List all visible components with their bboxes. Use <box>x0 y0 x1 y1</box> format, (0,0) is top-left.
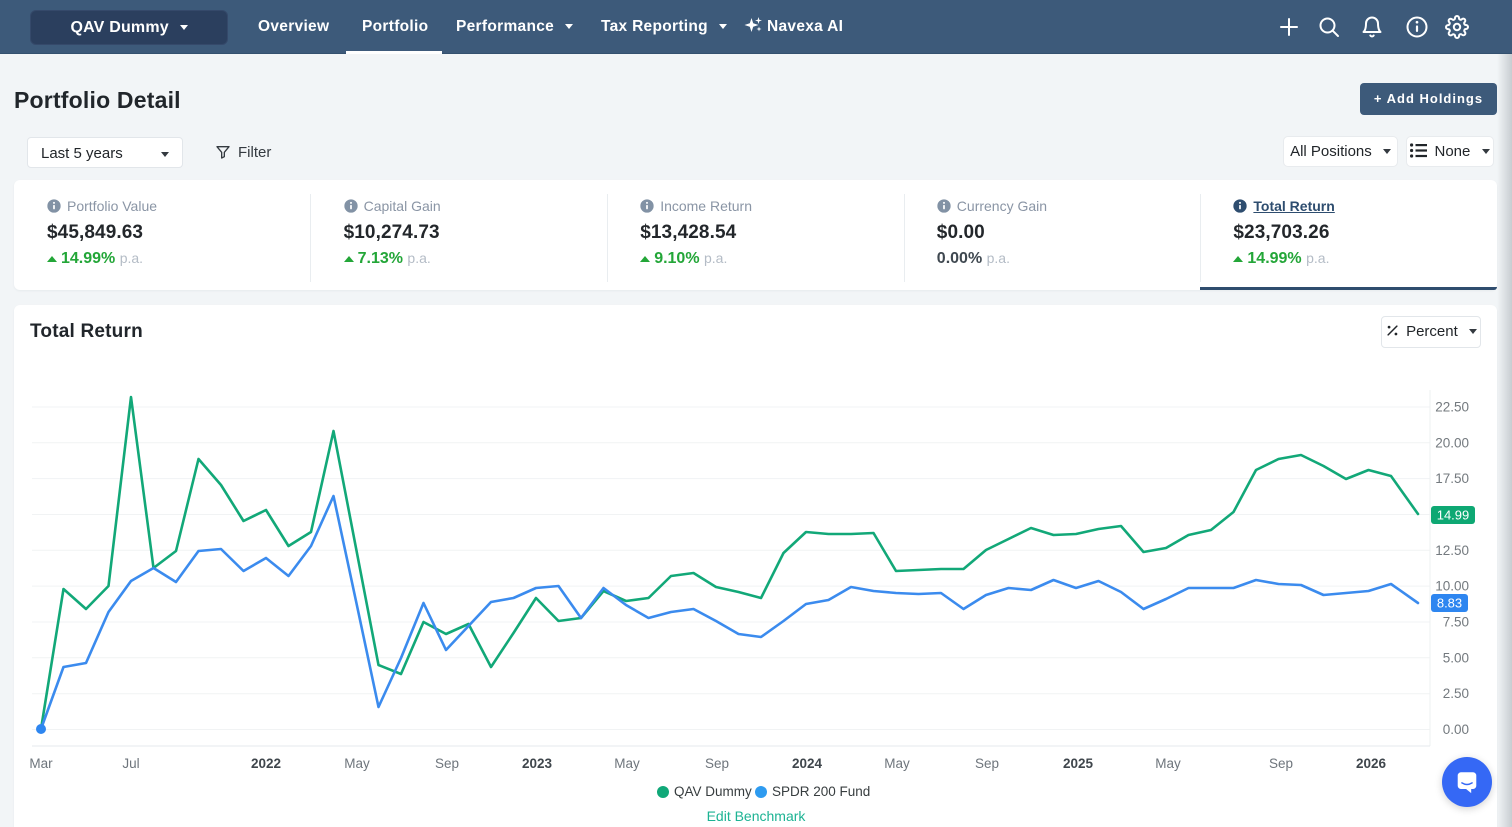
svg-text:12.50: 12.50 <box>1435 543 1469 558</box>
svg-text:22.50: 22.50 <box>1435 400 1469 415</box>
svg-text:Jul: Jul <box>122 756 139 771</box>
svg-text:0.00: 0.00 <box>1443 722 1469 737</box>
svg-text:May: May <box>1155 756 1181 771</box>
svg-text:May: May <box>884 756 910 771</box>
svg-text:Sep: Sep <box>1269 756 1293 771</box>
svg-text:10.00: 10.00 <box>1435 579 1469 594</box>
svg-text:May: May <box>344 756 370 771</box>
svg-text:2024: 2024 <box>792 756 823 771</box>
svg-text:7.50: 7.50 <box>1443 615 1469 630</box>
svg-text:Mar: Mar <box>29 756 53 771</box>
svg-text:2023: 2023 <box>522 756 553 771</box>
svg-text:5.00: 5.00 <box>1443 650 1469 665</box>
svg-text:Sep: Sep <box>975 756 999 771</box>
svg-text:2026: 2026 <box>1356 756 1387 771</box>
svg-text:20.00: 20.00 <box>1435 435 1469 450</box>
svg-text:2022: 2022 <box>251 756 281 771</box>
svg-text:2025: 2025 <box>1063 756 1094 771</box>
svg-text:14.99: 14.99 <box>1437 508 1470 523</box>
svg-text:8.83: 8.83 <box>1437 596 1462 611</box>
svg-text:2.50: 2.50 <box>1443 686 1469 701</box>
svg-text:17.50: 17.50 <box>1435 471 1469 486</box>
svg-text:May: May <box>614 756 640 771</box>
svg-text:Sep: Sep <box>435 756 459 771</box>
svg-text:Sep: Sep <box>705 756 729 771</box>
